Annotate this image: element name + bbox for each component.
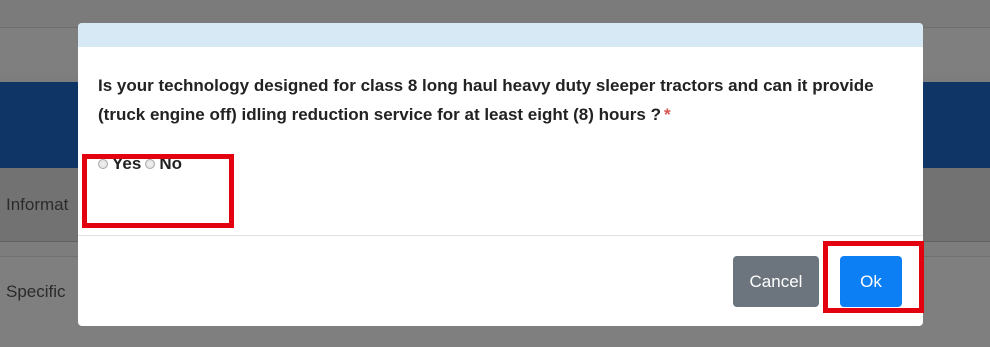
radio-option-yes[interactable]: Yes xyxy=(98,154,141,174)
background-row-label: Informat xyxy=(6,195,69,214)
radio-option-no[interactable]: No xyxy=(145,154,182,174)
modal-dialog: Is your technology designed for class 8 … xyxy=(78,23,923,326)
answer-radio-group: Yes No xyxy=(98,154,182,174)
ok-button[interactable]: Ok xyxy=(840,256,902,307)
cancel-button[interactable]: Cancel xyxy=(733,256,819,307)
radio-button-yes[interactable] xyxy=(98,159,108,169)
question-text: Is your technology designed for class 8 … xyxy=(98,71,898,129)
radio-label-yes: Yes xyxy=(112,154,142,173)
required-marker: * xyxy=(663,105,671,124)
modal-body: Is your technology designed for class 8 … xyxy=(78,47,923,234)
modal-footer: Cancel Ok xyxy=(78,235,923,326)
radio-label-no: No xyxy=(159,154,182,173)
background-row-label: Specific xyxy=(6,282,66,301)
question-label: Is your technology designed for class 8 … xyxy=(98,76,874,124)
modal-header xyxy=(78,23,923,47)
radio-button-no[interactable] xyxy=(145,159,156,169)
